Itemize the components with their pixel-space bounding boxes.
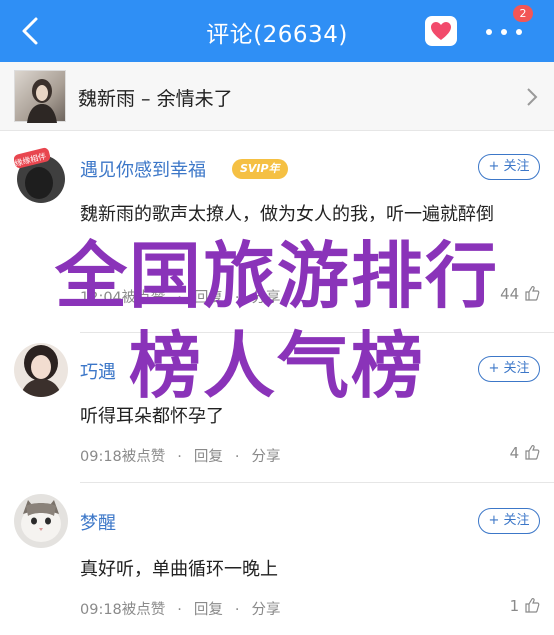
avatar[interactable]	[14, 494, 68, 548]
comment-item: 梦醒 + 关注 真好听，单曲循环一晚上 09:18被点赞 · 回复 · 分享 1	[0, 483, 554, 635]
username[interactable]: 梦醒	[80, 509, 116, 535]
more-button[interactable]	[484, 18, 524, 44]
thumbs-up-icon	[525, 598, 540, 613]
like-count: 4	[509, 444, 520, 462]
comment-meta: 12:04被点赞 · 回复 · 分享	[80, 290, 281, 306]
like-time: 09:18被点赞	[80, 602, 166, 618]
like-count-button[interactable]: 4	[510, 444, 540, 462]
share-button[interactable]: 分享	[252, 602, 281, 618]
thumbs-up-icon	[525, 286, 540, 301]
like-count-button[interactable]: 44	[500, 285, 540, 303]
username[interactable]: 巧遇	[80, 358, 116, 384]
username[interactable]: 遇见你感到幸福	[80, 156, 206, 182]
vip-badge: SVIP年	[232, 159, 288, 179]
comment-item: 缘缘相伴 遇见你感到幸福 SVIP年 + 关注 魏新雨的歌声太撩人，做为女人的我…	[0, 131, 554, 333]
song-cover-image	[14, 70, 66, 123]
comment-meta: 09:18被点赞 · 回复 · 分享	[80, 449, 281, 465]
top-nav-bar: 评论(26634) 2	[0, 0, 554, 62]
comment-item: 巧遇 + 关注 听得耳朵都怀孕了 09:18被点赞 · 回复 · 分享 4	[0, 333, 554, 483]
reply-button[interactable]: 回复	[194, 290, 223, 306]
like-button[interactable]	[425, 16, 457, 46]
comment-text: 魏新雨的歌声太撩人，做为女人的我，听一遍就醉倒	[80, 204, 494, 225]
follow-button[interactable]: + 关注	[478, 154, 540, 180]
share-button[interactable]: 分享	[252, 290, 281, 306]
heart-chat-icon	[431, 22, 451, 40]
follow-button[interactable]: + 关注	[478, 508, 540, 534]
avatar[interactable]	[14, 343, 68, 397]
notification-badge: 2	[513, 5, 533, 22]
thumbs-up-icon	[525, 445, 540, 460]
like-time: 09:18被点赞	[80, 449, 166, 465]
like-count: 44	[500, 285, 520, 303]
comment-meta: 09:18被点赞 · 回复 · 分享	[80, 602, 281, 618]
share-button[interactable]: 分享	[252, 449, 281, 465]
comment-text: 听得耳朵都怀孕了	[80, 406, 224, 427]
song-title: 魏新雨 – 余情未了	[78, 88, 233, 110]
like-count-button[interactable]: 1	[510, 597, 540, 615]
chevron-right-icon	[527, 88, 538, 106]
like-time: 12:04被点赞	[80, 290, 166, 306]
avatar[interactable]: 缘缘相伴	[14, 147, 68, 203]
like-count: 1	[509, 597, 520, 615]
reply-button[interactable]: 回复	[194, 449, 223, 465]
song-row[interactable]: 魏新雨 – 余情未了	[0, 62, 554, 131]
reply-button[interactable]: 回复	[194, 602, 223, 618]
page-title: 评论(26634)	[206, 22, 348, 48]
comment-text: 真好听，单曲循环一晚上	[80, 559, 278, 580]
follow-button[interactable]: + 关注	[478, 356, 540, 382]
